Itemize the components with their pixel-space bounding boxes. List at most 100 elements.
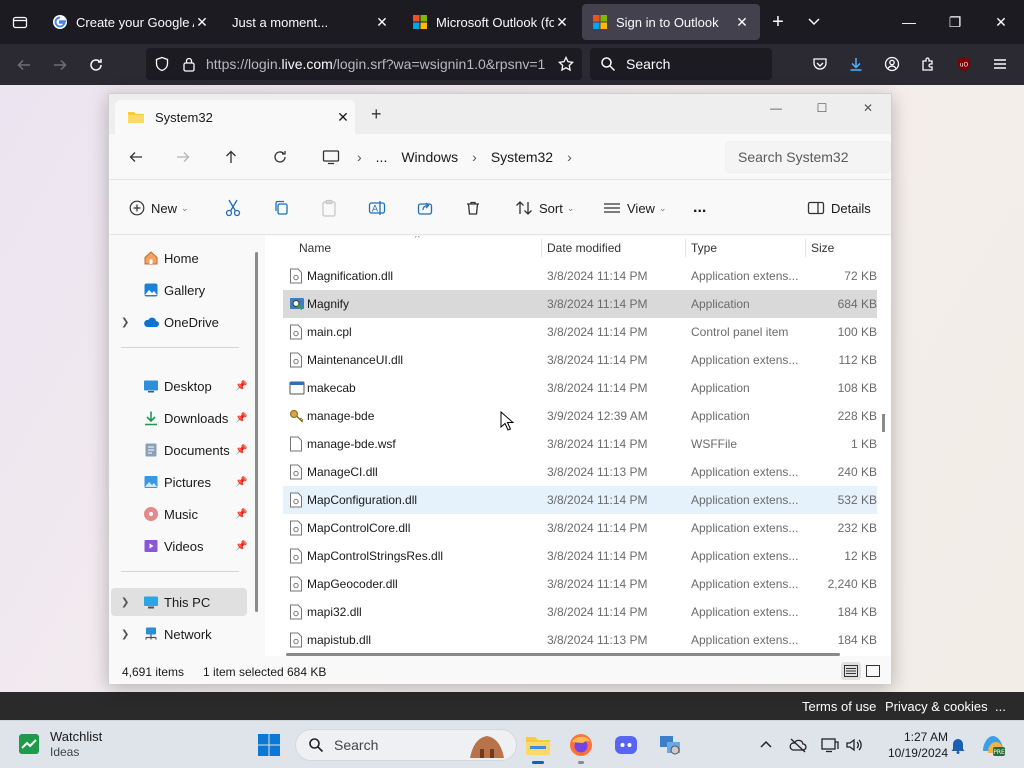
pocket-button[interactable] bbox=[802, 48, 838, 80]
start-button[interactable] bbox=[251, 729, 287, 761]
back-button[interactable] bbox=[122, 145, 150, 169]
file-row[interactable]: MaintenanceUI.dll 3/8/2024 11:14 PM Appl… bbox=[283, 346, 877, 374]
bookmark-star-button[interactable] bbox=[554, 52, 578, 76]
breadcrumb-separator-icon[interactable]: › bbox=[567, 149, 572, 165]
taskbar-discord[interactable] bbox=[608, 729, 644, 761]
close-tab-icon[interactable]: ✕ bbox=[331, 109, 355, 126]
file-row-selected[interactable]: Magnify 3/8/2024 11:14 PM Application 68… bbox=[283, 290, 877, 318]
file-list-horizontal-scrollbar[interactable] bbox=[286, 653, 840, 656]
file-row[interactable]: main.cpl 3/8/2024 11:14 PM Control panel… bbox=[283, 318, 877, 346]
file-row[interactable]: MapControlCore.dll 3/8/2024 11:14 PM App… bbox=[283, 514, 877, 542]
browser-tab-outlook[interactable]: Microsoft Outlook (formerly Hotmail) ✕ bbox=[402, 4, 580, 40]
browser-tab-sign-in-outlook[interactable]: Sign in to Outlook ✕ bbox=[582, 4, 760, 40]
explorer-tab-system32[interactable]: System32 ✕ bbox=[115, 100, 355, 134]
this-pc-crumb-button[interactable] bbox=[317, 145, 345, 169]
nav-item-videos[interactable]: Videos 📌 bbox=[111, 532, 247, 560]
file-row[interactable]: manage-bde 3/9/2024 12:39 AM Application… bbox=[283, 402, 877, 430]
nav-item-home[interactable]: Home bbox=[111, 244, 247, 272]
new-explorer-tab-button[interactable]: + bbox=[371, 104, 382, 125]
close-tab-icon[interactable]: ✕ bbox=[554, 14, 570, 31]
nav-item-documents[interactable]: Documents 📌 bbox=[111, 436, 247, 464]
tab-overview-button[interactable] bbox=[0, 0, 40, 44]
account-button[interactable] bbox=[874, 48, 910, 80]
file-row[interactable]: mapistub.dll 3/8/2024 11:13 PM Applicati… bbox=[283, 626, 877, 654]
details-view-button[interactable] bbox=[841, 662, 861, 680]
cut-button[interactable] bbox=[225, 194, 247, 222]
chevron-right-icon[interactable]: ❯ bbox=[121, 597, 129, 608]
nav-item-music[interactable]: Music 📌 bbox=[111, 500, 247, 528]
sort-button[interactable]: Sort ⌄ bbox=[515, 194, 574, 222]
copilot-button[interactable]: PRE bbox=[978, 733, 1008, 757]
list-all-tabs-button[interactable] bbox=[796, 14, 832, 31]
taskbar-search-box[interactable]: Search bbox=[295, 729, 517, 761]
file-row[interactable]: makecab 3/8/2024 11:14 PM Application 10… bbox=[283, 374, 877, 402]
maximize-button[interactable]: ❐ bbox=[932, 0, 978, 44]
breadcrumb-system32[interactable]: System32 bbox=[491, 149, 553, 165]
up-button[interactable] bbox=[217, 145, 245, 169]
file-row[interactable]: ManageCI.dll 3/8/2024 11:13 PM Applicati… bbox=[283, 458, 877, 486]
nav-item-gallery[interactable]: Gallery bbox=[111, 276, 247, 304]
breadcrumb-windows[interactable]: Windows bbox=[401, 149, 458, 165]
refresh-button[interactable] bbox=[266, 145, 294, 169]
column-divider[interactable] bbox=[685, 239, 686, 257]
file-row[interactable]: MapGeocoder.dll 3/8/2024 11:14 PM Applic… bbox=[283, 570, 877, 598]
new-button[interactable]: New ⌄ bbox=[129, 194, 189, 222]
details-pane-button[interactable]: Details bbox=[807, 194, 871, 222]
nav-item-desktop[interactable]: Desktop 📌 bbox=[111, 372, 247, 400]
nav-item-network[interactable]: ❯ Network bbox=[111, 620, 247, 648]
back-button[interactable] bbox=[6, 49, 42, 81]
minimize-button[interactable]: — bbox=[753, 94, 799, 122]
file-list-scrollbar-thumb[interactable] bbox=[882, 414, 885, 432]
tray-security[interactable] bbox=[786, 733, 810, 757]
nav-item-pictures[interactable]: Pictures 📌 bbox=[111, 468, 247, 496]
chevron-right-icon[interactable]: ❯ bbox=[121, 629, 129, 640]
rename-button[interactable]: A bbox=[368, 194, 392, 222]
browser-tab-google[interactable]: Create your Google Account ✕ bbox=[42, 4, 220, 40]
downloads-button[interactable] bbox=[838, 48, 874, 80]
close-button[interactable]: ✕ bbox=[845, 94, 891, 122]
file-row[interactable]: mapi32.dll 3/8/2024 11:14 PM Application… bbox=[283, 598, 877, 626]
app-menu-button[interactable] bbox=[982, 48, 1018, 80]
extensions-button[interactable] bbox=[910, 48, 946, 80]
chevron-right-icon[interactable]: ❯ bbox=[121, 317, 129, 328]
close-tab-icon[interactable]: ✕ bbox=[734, 14, 750, 31]
column-header-name[interactable]: Name bbox=[299, 241, 331, 255]
file-row[interactable]: manage-bde.wsf 3/8/2024 11:14 PM WSFFile… bbox=[283, 430, 877, 458]
column-divider[interactable] bbox=[805, 239, 806, 257]
nav-item-onedrive[interactable]: ❯ OneDrive bbox=[111, 308, 247, 336]
column-header-type[interactable]: Type bbox=[691, 241, 717, 255]
large-icons-view-button[interactable] bbox=[863, 662, 883, 680]
taskbar-file-explorer[interactable] bbox=[520, 729, 556, 764]
forward-button[interactable] bbox=[169, 145, 197, 169]
taskbar-firefox[interactable] bbox=[563, 729, 599, 764]
browser-tab-just-a-moment[interactable]: Just a moment... ✕ bbox=[222, 4, 400, 40]
tray-display[interactable] bbox=[818, 733, 842, 757]
file-row[interactable]: MapControlStringsRes.dll 3/8/2024 11:14 … bbox=[283, 542, 877, 570]
breadcrumb-overflow[interactable]: ... bbox=[376, 149, 388, 165]
footer-more-link[interactable]: ... bbox=[995, 699, 1006, 714]
file-row-hovered[interactable]: MapConfiguration.dll 3/8/2024 11:14 PM A… bbox=[283, 486, 877, 514]
paste-button[interactable] bbox=[321, 194, 343, 222]
copy-button[interactable] bbox=[273, 194, 295, 222]
ublock-button[interactable]: uO bbox=[946, 48, 982, 80]
privacy-cookies-link[interactable]: Privacy & cookies bbox=[885, 699, 988, 714]
maximize-button[interactable]: ☐ bbox=[799, 94, 845, 122]
nav-item-this-pc[interactable]: ❯ This PC bbox=[111, 588, 247, 616]
taskbar-clock[interactable]: 1:27 AM 10/19/2024 bbox=[868, 729, 948, 761]
terms-of-use-link[interactable]: Terms of use bbox=[802, 699, 876, 714]
file-row[interactable]: Magnification.dll 3/8/2024 11:14 PM Appl… bbox=[283, 262, 877, 290]
nav-pane-scrollbar[interactable] bbox=[255, 252, 258, 612]
close-button[interactable]: ✕ bbox=[978, 0, 1024, 44]
column-header-date-modified[interactable]: Date modified bbox=[547, 241, 621, 255]
show-hidden-icons-button[interactable] bbox=[754, 733, 778, 757]
new-tab-button[interactable]: + bbox=[760, 11, 796, 34]
view-button[interactable]: View ⌄ bbox=[603, 194, 667, 222]
taskbar-network-app[interactable] bbox=[652, 729, 688, 761]
browser-search-bar[interactable]: Search bbox=[590, 48, 772, 80]
nav-item-downloads[interactable]: Downloads 📌 bbox=[111, 404, 247, 432]
close-tab-icon[interactable]: ✕ bbox=[194, 14, 210, 31]
notifications-button[interactable] bbox=[946, 733, 970, 757]
share-button[interactable] bbox=[417, 194, 439, 222]
forward-button[interactable] bbox=[42, 49, 78, 81]
see-more-button[interactable]: ... bbox=[693, 194, 706, 222]
